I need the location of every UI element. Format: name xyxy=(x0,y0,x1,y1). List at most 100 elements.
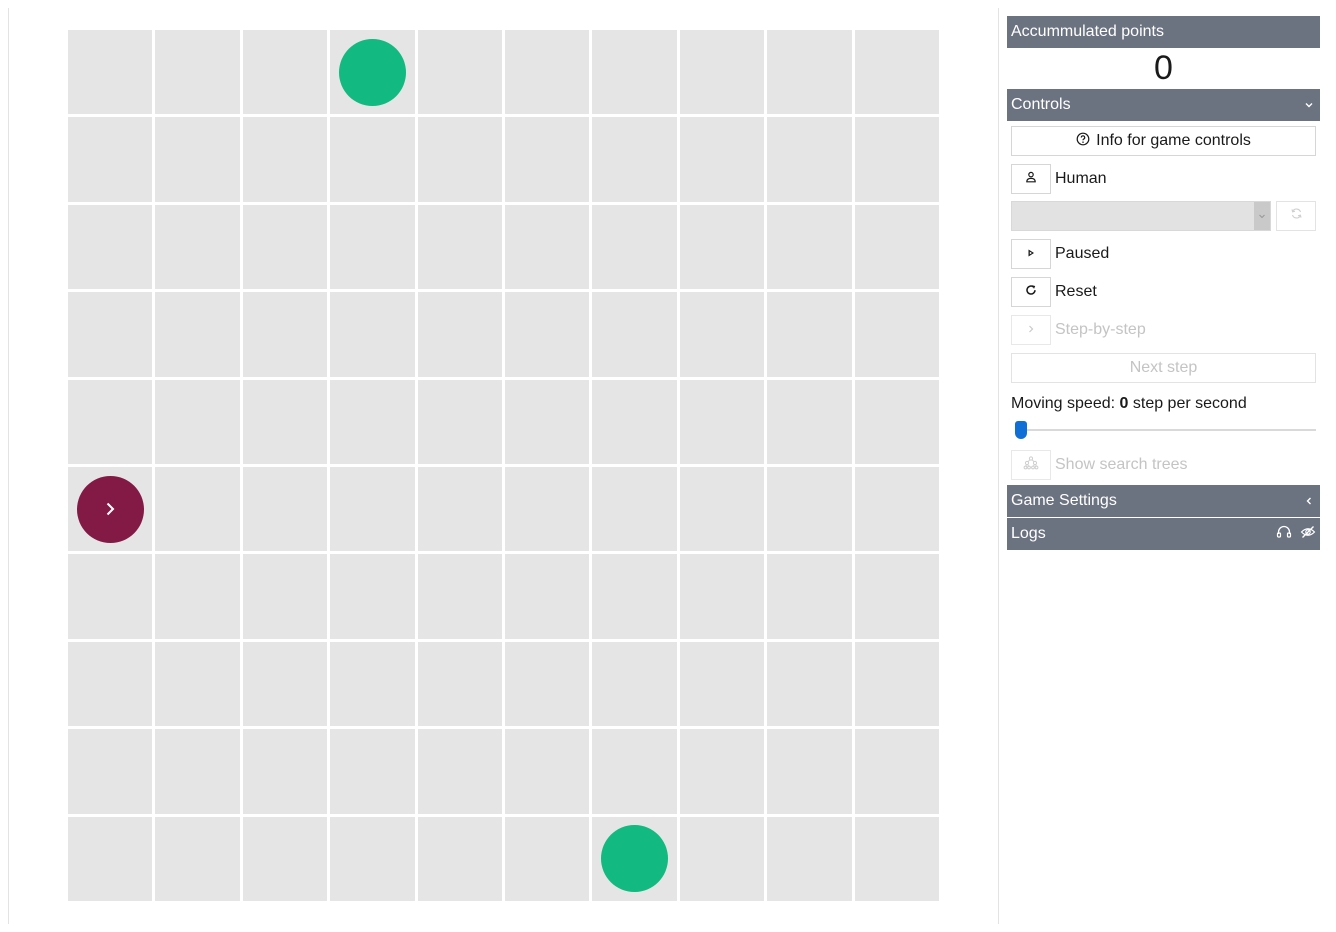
board-cell xyxy=(242,729,328,814)
reset-label: Reset xyxy=(1055,283,1097,300)
board-cell xyxy=(330,816,415,901)
board-cell xyxy=(767,292,852,377)
sidebar-panel: Accummulated points 0 Controls Info for … xyxy=(1007,16,1320,550)
left-divider xyxy=(8,8,9,924)
headset-icon[interactable] xyxy=(1276,525,1292,544)
points-value: 0 xyxy=(1154,49,1173,87)
board-cell xyxy=(68,554,153,639)
board-cell xyxy=(854,467,939,552)
board-cell xyxy=(592,30,677,115)
show-trees-label: Show search trees xyxy=(1055,456,1188,473)
speed-prefix: Moving speed: xyxy=(1011,395,1120,412)
board-cell xyxy=(505,292,590,377)
board-cell xyxy=(155,204,240,290)
board-cell xyxy=(854,729,939,814)
board-cell xyxy=(242,30,328,115)
play-icon xyxy=(1026,245,1036,263)
step-by-step-row: Step-by-step xyxy=(1011,315,1316,345)
board-cell xyxy=(68,30,153,115)
game-settings-header[interactable]: Game Settings xyxy=(1007,485,1320,517)
controls-header[interactable]: Controls xyxy=(1007,89,1320,121)
board-cell xyxy=(679,554,765,639)
player-mode-button[interactable] xyxy=(1011,164,1051,194)
speed-suffix: step per second xyxy=(1128,395,1247,412)
step-by-step-button[interactable] xyxy=(1011,315,1051,345)
board-cell xyxy=(505,816,590,901)
board-cell xyxy=(679,292,765,377)
board-cell xyxy=(242,204,328,290)
board-cell xyxy=(505,467,590,552)
board-cell xyxy=(155,30,240,115)
speed-text: Moving speed: 0 step per second xyxy=(1011,395,1316,415)
chevron-left-icon[interactable] xyxy=(1302,494,1316,508)
board-cell xyxy=(417,292,502,377)
board-cell xyxy=(679,117,765,202)
board-cell xyxy=(679,30,765,115)
logs-header[interactable]: Logs xyxy=(1007,518,1320,550)
board-cell xyxy=(854,816,939,901)
agent-token xyxy=(76,475,144,543)
info-controls-button[interactable]: Info for game controls xyxy=(1011,126,1316,156)
board-cell xyxy=(330,292,415,377)
agent-select[interactable] xyxy=(1011,201,1271,231)
board-cell xyxy=(767,30,852,115)
board-cell xyxy=(767,204,852,290)
board-cell xyxy=(417,554,502,639)
board-cell xyxy=(417,641,502,727)
game-settings-label: Game Settings xyxy=(1011,492,1117,509)
question-circle-icon xyxy=(1076,132,1090,151)
board-cell xyxy=(155,292,240,377)
reset-button[interactable] xyxy=(1011,277,1051,307)
board-cell xyxy=(854,641,939,727)
play-state-label: Paused xyxy=(1055,245,1110,262)
board-cell xyxy=(330,117,415,202)
board-cell xyxy=(592,204,677,290)
board-cell xyxy=(679,379,765,464)
board-cell xyxy=(68,641,153,727)
board-cell xyxy=(679,204,765,290)
chevron-down-icon xyxy=(1254,202,1270,230)
goal-token xyxy=(338,38,406,106)
points-header-label: Accummulated points xyxy=(1011,23,1164,40)
board-cell xyxy=(68,467,153,552)
show-trees-row: Show search trees xyxy=(1011,450,1316,480)
play-button[interactable] xyxy=(1011,239,1051,269)
speed-slider[interactable] xyxy=(1011,419,1316,441)
board-cell xyxy=(592,379,677,464)
board-cell xyxy=(330,379,415,464)
refresh-button[interactable] xyxy=(1276,201,1316,231)
board-cell xyxy=(767,816,852,901)
board-cell xyxy=(330,729,415,814)
slider-thumb[interactable] xyxy=(1015,421,1027,439)
eye-off-icon[interactable] xyxy=(1300,525,1316,544)
board-cell xyxy=(330,554,415,639)
goal-token xyxy=(601,825,669,893)
board-cell xyxy=(242,816,328,901)
board-cell xyxy=(155,729,240,814)
board-cell xyxy=(68,117,153,202)
step-by-step-label: Step-by-step xyxy=(1055,321,1146,338)
logs-icons xyxy=(1276,525,1316,544)
board-cell xyxy=(679,641,765,727)
show-trees-button[interactable] xyxy=(1011,450,1051,480)
board-cell xyxy=(242,554,328,639)
board-cell xyxy=(767,641,852,727)
board-cell xyxy=(592,816,677,901)
board-cell xyxy=(155,117,240,202)
board-cell xyxy=(592,729,677,814)
controls-header-label: Controls xyxy=(1011,96,1071,113)
logs-label: Logs xyxy=(1011,525,1046,542)
board-cell xyxy=(592,467,677,552)
board-cell xyxy=(854,379,939,464)
board-cell xyxy=(854,204,939,290)
board-cell xyxy=(68,729,153,814)
chevron-down-icon[interactable] xyxy=(1302,98,1316,112)
board-cell xyxy=(417,30,502,115)
board-cell xyxy=(505,641,590,727)
next-step-button[interactable]: Next step xyxy=(1011,353,1316,383)
board-cell xyxy=(505,379,590,464)
board-cell xyxy=(505,729,590,814)
controls-body: Info for game controls Human Paused Rese… xyxy=(1007,121,1320,480)
refresh-icon xyxy=(1290,207,1303,225)
board-cell xyxy=(592,554,677,639)
